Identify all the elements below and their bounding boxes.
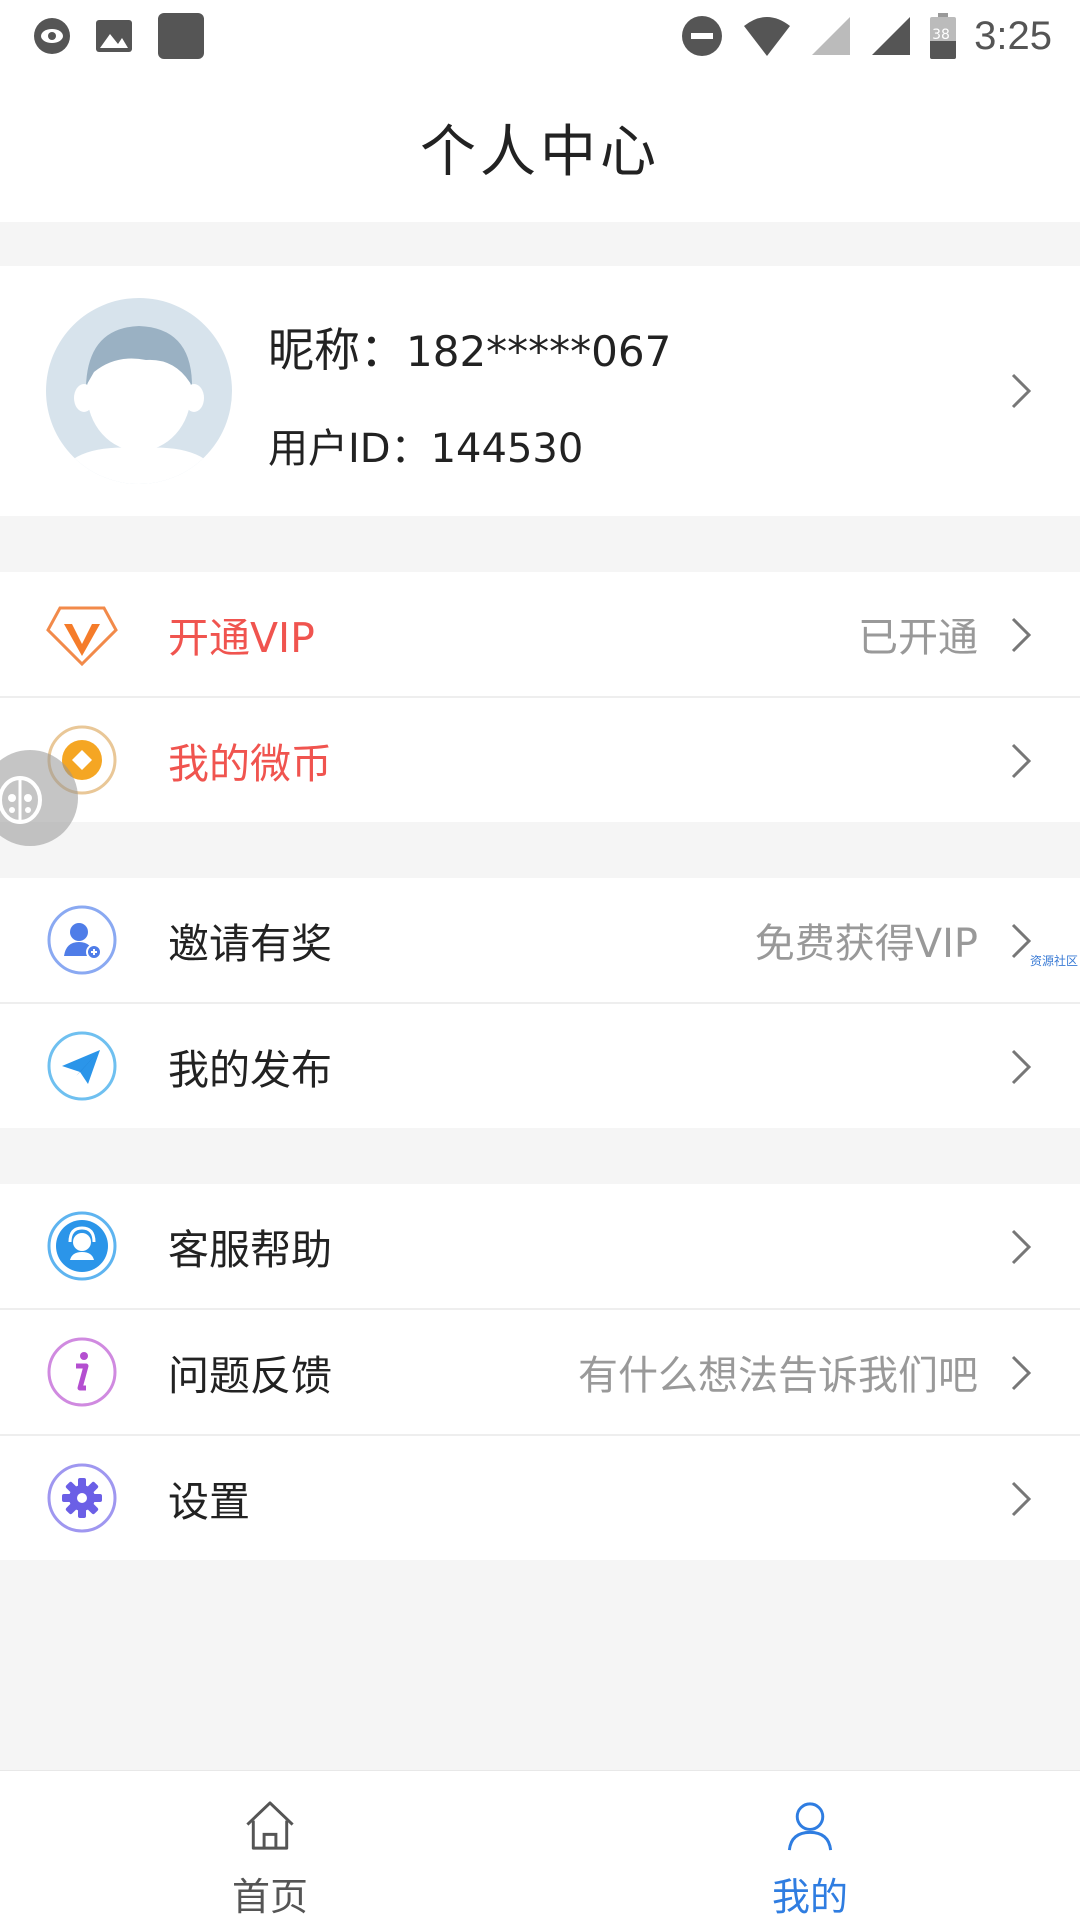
watermark: 资源社区	[1029, 954, 1078, 968]
menu-item-label: 客服帮助	[168, 1226, 332, 1274]
title-bar: 个人中心	[0, 72, 1080, 222]
menu-item-label: 我的微币	[168, 740, 332, 788]
chevron-right-icon	[1011, 923, 1032, 959]
menu-item-label: 邀请有奖	[168, 920, 332, 968]
battery-icon: 38	[930, 13, 957, 59]
home-icon	[246, 1801, 294, 1850]
invite-user-icon	[47, 905, 117, 975]
dnd-icon	[682, 16, 723, 56]
chevron-right-icon	[1011, 373, 1032, 409]
chevron-right-icon	[1011, 1229, 1032, 1265]
chevron-right-icon	[1011, 1355, 1032, 1391]
menu-item-hint: 免费获得VIP	[754, 921, 978, 967]
nickname-value: 182*****067	[406, 327, 672, 376]
menu-group-vip: 开通VIP 已开通 我的微币	[0, 572, 1080, 822]
bug-icon	[0, 776, 42, 824]
menu-item-label: 问题反馈	[168, 1352, 332, 1400]
signal-icon	[872, 17, 911, 55]
menu-item-hint: 已开通	[858, 615, 978, 661]
tab-mine[interactable]: 我的	[710, 1771, 910, 1921]
menu-group-social: 邀请有奖 免费获得VIP 我的发布	[0, 878, 1080, 1128]
nickname: 昵称：182*****067	[268, 314, 671, 380]
menu-item-customer-service[interactable]: 客服帮助	[0, 1184, 1080, 1310]
chevron-right-icon	[1011, 1481, 1032, 1517]
gear-icon	[47, 1463, 117, 1533]
battery-level: 38	[932, 27, 950, 43]
clock: 3:25	[974, 13, 1052, 58]
profile-card[interactable]: 昵称：182*****067 用户ID：144530	[0, 266, 1080, 516]
user-id-label: 用户ID：	[268, 426, 431, 472]
menu-item-label: 我的发布	[168, 1046, 332, 1094]
chevron-right-icon	[1011, 1049, 1032, 1085]
wifi-icon	[744, 17, 791, 56]
menu-item-label: 设置	[168, 1478, 250, 1526]
customer-service-icon	[47, 1211, 117, 1281]
user-id: 用户ID：144530	[268, 416, 583, 474]
menu-item-label: 开通VIP	[168, 614, 315, 662]
chevron-right-icon	[1011, 617, 1032, 653]
menu-group-support: 客服帮助 问题反馈 有什么想法告诉我们吧 设置	[0, 1184, 1080, 1560]
app-icon	[158, 13, 204, 59]
menu-item-feedback[interactable]: 问题反馈 有什么想法告诉我们吧	[0, 1310, 1080, 1436]
chevron-right-icon	[1011, 743, 1032, 779]
user-id-value: 144530	[430, 426, 584, 472]
page-title: 个人中心	[420, 119, 660, 185]
menu-item-vip[interactable]: 开通VIP 已开通	[0, 572, 1080, 698]
info-icon	[47, 1337, 117, 1407]
image-icon	[96, 20, 132, 52]
status-bar: 38 3:25	[0, 0, 1080, 72]
floating-debug-button[interactable]	[0, 750, 78, 846]
tab-label: 我的	[771, 1875, 848, 1919]
menu-item-coins[interactable]: 我的微币	[0, 698, 1080, 822]
tab-label: 首页	[231, 1875, 308, 1919]
nickname-label: 昵称：	[268, 323, 406, 377]
menu-item-hint: 有什么想法告诉我们吧	[578, 1353, 978, 1399]
user-icon	[787, 1802, 833, 1851]
menu-item-my-posts[interactable]: 我的发布	[0, 1004, 1080, 1128]
avatar	[46, 298, 232, 484]
tab-home[interactable]: 首页	[170, 1771, 370, 1921]
menu-item-invite[interactable]: 邀请有奖 免费获得VIP	[0, 878, 1080, 1004]
vip-diamond-icon	[46, 606, 118, 667]
eye-icon	[34, 18, 70, 54]
menu-item-settings[interactable]: 设置	[0, 1436, 1080, 1560]
signal-icon	[812, 17, 851, 55]
bottom-nav: 首页 我的	[0, 1770, 1080, 1921]
paper-plane-icon	[47, 1031, 117, 1101]
